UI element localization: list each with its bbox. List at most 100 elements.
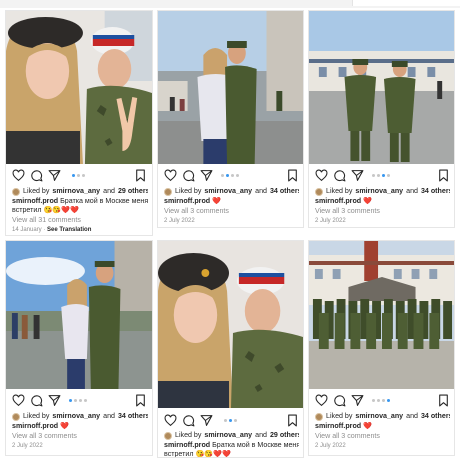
browser-tab-edge	[352, 0, 460, 6]
view-comments-link[interactable]: View all 3 comments	[315, 207, 450, 216]
share-icon[interactable]	[48, 169, 61, 182]
share-icon[interactable]	[351, 169, 364, 182]
carousel-dots	[72, 174, 85, 177]
avatar[interactable]	[12, 187, 20, 196]
liked-by-label: Liked by	[23, 412, 50, 420]
heart-icon[interactable]	[12, 394, 25, 407]
share-icon[interactable]	[200, 414, 213, 427]
heart-icon[interactable]	[315, 394, 328, 407]
carousel-dots	[221, 174, 239, 177]
post-photo-couple-outdoors[interactable]	[6, 241, 152, 389]
post-actions	[158, 168, 303, 184]
liked-count-link[interactable]: 34 others	[270, 187, 299, 196]
liked-count-link[interactable]: 34 others	[118, 412, 148, 421]
view-comments-link[interactable]: View all 31 comments	[12, 216, 148, 225]
post-date: 2 July 2022	[315, 443, 346, 449]
see-translation-link[interactable]: See Translation	[47, 227, 91, 233]
comment-icon[interactable]	[30, 394, 43, 407]
username-link[interactable]: smirnoff.prod	[315, 422, 361, 430]
avatar[interactable]	[315, 187, 323, 196]
heart-icon[interactable]	[12, 169, 25, 182]
comment-icon[interactable]	[182, 169, 195, 182]
post-card-3: Liked by smirnova_any and 34 others smir…	[308, 10, 455, 228]
view-comments-link[interactable]: View all 3 comments	[164, 207, 299, 216]
bookmark-icon[interactable]	[286, 414, 299, 427]
caption-text: ❤️	[363, 197, 372, 205]
liked-count-link[interactable]: 29 others	[118, 187, 148, 196]
bookmark-icon[interactable]	[134, 394, 147, 407]
heart-icon[interactable]	[164, 169, 177, 182]
post-photo-selfie-2[interactable]	[158, 241, 303, 408]
caption-text: ❤️	[60, 422, 69, 430]
post-actions	[6, 393, 152, 409]
likes-line: Liked by smirnova_any and 34 others	[164, 187, 299, 196]
post-date: 14 January	[12, 227, 42, 233]
liked-count-link[interactable]: 29 others	[270, 431, 299, 440]
liked-and-label: and	[406, 187, 418, 195]
carousel-dots	[372, 399, 390, 402]
likes-line: Liked by smirnova_any and 29 others	[12, 187, 148, 196]
liked-and-label: and	[406, 412, 418, 420]
username-link[interactable]: smirnoff.prod	[315, 197, 361, 205]
post-photo-barracks[interactable]	[309, 11, 454, 164]
username-link[interactable]: smirnoff.prod	[164, 441, 210, 449]
caption: smirnoff.prod ❤️	[315, 197, 450, 206]
post-card-6: Liked by smirnova_any and 34 others smir…	[308, 240, 455, 456]
caption-line2: встретил 😘😘❤️❤️	[12, 206, 79, 214]
avatar[interactable]	[164, 187, 172, 196]
likes-line: Liked by smirnova_any and 34 others	[315, 412, 450, 421]
post-photo-formation[interactable]	[309, 241, 454, 389]
comment-icon[interactable]	[333, 169, 346, 182]
avatar[interactable]	[315, 412, 323, 421]
liked-user-link[interactable]: smirnova_any	[52, 187, 100, 196]
avatar[interactable]	[12, 412, 20, 421]
carousel-dots	[224, 419, 237, 422]
liked-count-link[interactable]: 34 others	[421, 187, 450, 196]
bookmark-icon[interactable]	[286, 169, 299, 182]
share-icon[interactable]	[351, 394, 364, 407]
post-meta: 14 January · See Translation	[12, 227, 92, 233]
comment-icon[interactable]	[182, 414, 195, 427]
post-actions	[309, 393, 454, 409]
liked-user-link[interactable]: smirnova_any	[52, 412, 100, 421]
username-link[interactable]: smirnoff.prod	[164, 197, 210, 205]
username-link[interactable]: smirnoff.prod	[12, 197, 58, 205]
likes-line: Liked by smirnova_any and 34 others	[315, 187, 450, 196]
post-card-2: Liked by smirnova_any and 34 others smir…	[157, 10, 304, 228]
post-card-5: Liked by smirnova_any and 29 others smir…	[157, 240, 304, 458]
bookmark-icon[interactable]	[134, 169, 147, 182]
view-comments-link[interactable]: View all 3 comments	[315, 432, 450, 441]
carousel-dots	[69, 399, 87, 402]
caption-line2: встретил 😘😘❤️❤️	[164, 450, 231, 458]
liked-by-label: Liked by	[23, 187, 50, 195]
liked-user-link[interactable]: smirnova_any	[355, 412, 403, 421]
liked-user-link[interactable]: smirnova_any	[355, 187, 403, 196]
share-icon[interactable]	[200, 169, 213, 182]
caption-text: Братка мой в Москве меня	[60, 197, 148, 205]
liked-and-label: and	[255, 431, 267, 439]
bookmark-icon[interactable]	[437, 394, 450, 407]
post-actions	[158, 413, 303, 429]
carousel-dots	[372, 174, 390, 177]
bookmark-icon[interactable]	[437, 169, 450, 182]
likes-line: Liked by smirnova_any and 34 others	[12, 412, 148, 421]
view-comments-link[interactable]: View all 3 comments	[12, 432, 148, 441]
post-date: 2 July 2022	[315, 218, 346, 224]
liked-user-link[interactable]: smirnova_any	[204, 187, 252, 196]
heart-icon[interactable]	[315, 169, 328, 182]
comment-icon[interactable]	[30, 169, 43, 182]
share-icon[interactable]	[48, 394, 61, 407]
post-photo-selfie[interactable]	[6, 11, 152, 164]
caption: smirnoff.prod ❤️	[164, 197, 299, 206]
avatar[interactable]	[164, 431, 172, 440]
liked-user-link[interactable]: smirnova_any	[204, 431, 252, 440]
heart-icon[interactable]	[164, 414, 177, 427]
post-card-4: Liked by smirnova_any and 34 others smir…	[5, 240, 153, 456]
comment-icon[interactable]	[333, 394, 346, 407]
liked-count-link[interactable]: 34 others	[421, 412, 450, 421]
username-link[interactable]: smirnoff.prod	[12, 422, 58, 430]
post-photo-courtyard[interactable]	[158, 11, 303, 164]
liked-by-label: Liked by	[326, 412, 353, 420]
liked-by-label: Liked by	[175, 431, 202, 439]
post-actions	[309, 168, 454, 184]
